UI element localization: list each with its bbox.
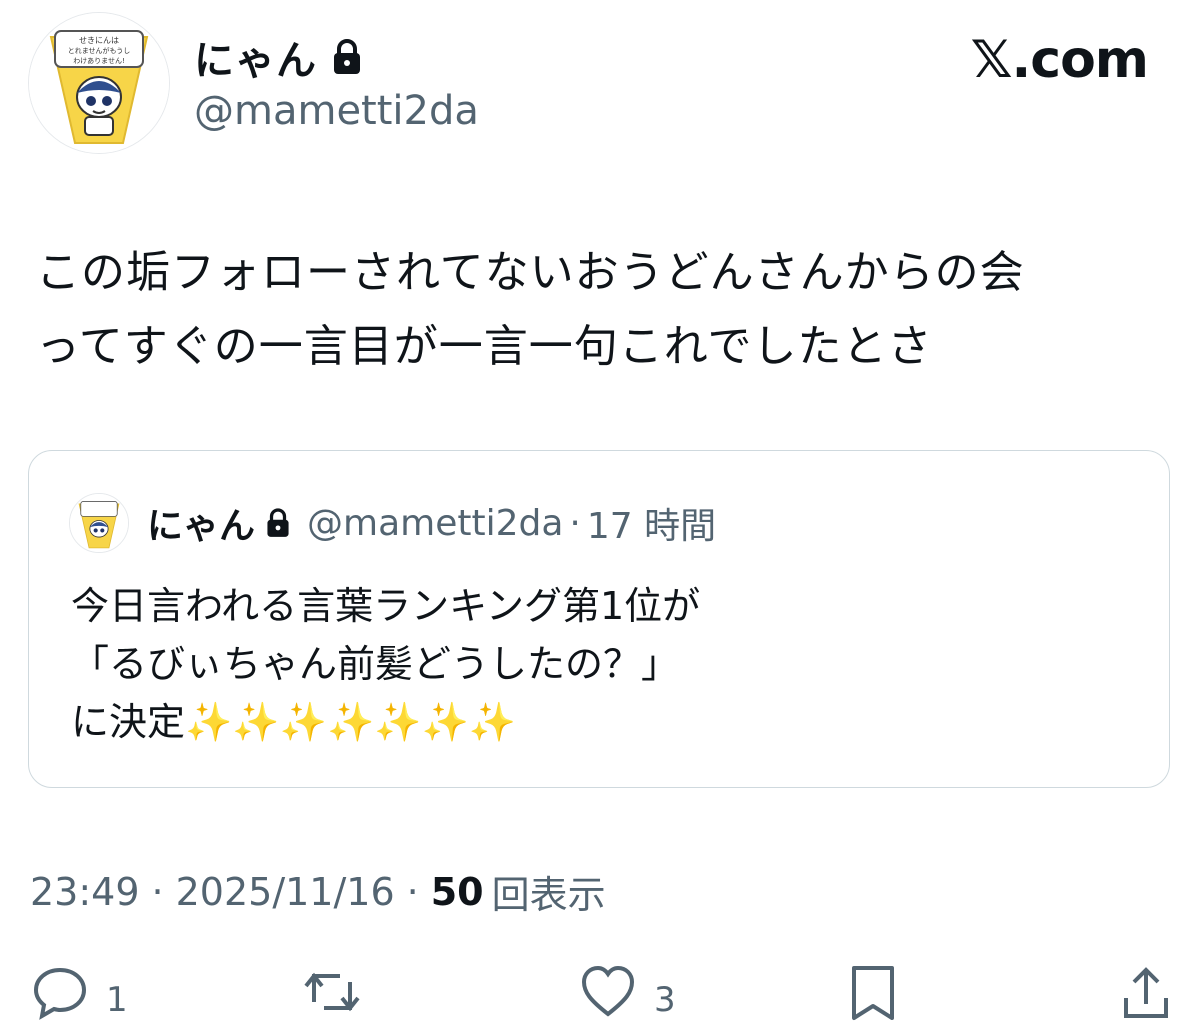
share-icon xyxy=(1124,967,1168,1018)
like-button[interactable]: 3 xyxy=(578,962,676,1022)
quoted-avatar-image xyxy=(70,494,128,552)
retweet-icon xyxy=(304,972,360,1012)
reply-count: 1 xyxy=(106,980,128,1020)
tweet-action-bar: 1 3 xyxy=(0,962,1200,1022)
author-name-row: にゃん xyxy=(194,28,363,86)
svg-text:とれませんがもうし: とれませんがもうし xyxy=(68,46,131,55)
quoted-tweet-text: 今日言われる言葉ランキング第1位が 「るびぃちゃん前髪どうしたの？」 に決定✨✨… xyxy=(71,584,701,744)
x-com-logo: 𝕏.com xyxy=(970,30,1149,90)
separator-dot: · xyxy=(151,869,164,914)
quoted-author-avatar xyxy=(69,493,129,553)
separator-dot: · xyxy=(406,869,419,914)
avatar-image: せきにんは とれませんがもうし わけありません! xyxy=(29,13,169,153)
lock-icon xyxy=(331,38,363,76)
quoted-tweet[interactable]: にゃん @mametti2da · 17 時間 今日言われる言葉ランキング第1位… xyxy=(28,450,1170,788)
views-label: 回表示 xyxy=(491,873,606,917)
tweet-meta: 23:49 · 2025/11/16 · 50 回表示 xyxy=(30,864,606,919)
bookmark-button[interactable] xyxy=(848,962,898,1022)
author-avatar[interactable]: せきにんは とれませんがもうし わけありません! xyxy=(28,12,170,154)
lock-icon xyxy=(265,507,291,539)
views-count[interactable]: 50 xyxy=(431,870,484,914)
tweet-text: この垢フォローされてないおうどんさんからの会 ってすぐの一言目が一言一句これでし… xyxy=(36,247,1025,372)
tweet-date[interactable]: 2025/11/16 xyxy=(176,870,395,914)
quoted-tweet-header: にゃん @mametti2da · 17 時間 xyxy=(69,493,716,553)
author-handle[interactable]: @mametti2da xyxy=(194,88,479,134)
quoted-author-display-name[interactable]: にゃん xyxy=(147,497,255,549)
svg-text:わけありません!: わけありません! xyxy=(73,57,125,65)
quoted-tweet-time[interactable]: 17 時間 xyxy=(587,497,716,549)
share-button[interactable] xyxy=(1118,962,1174,1022)
tweet-time[interactable]: 23:49 xyxy=(30,870,140,914)
like-count: 3 xyxy=(654,980,676,1020)
svg-text:せきにんは: せきにんは xyxy=(79,36,119,45)
heart-icon xyxy=(581,965,635,1017)
separator-dot: · xyxy=(569,502,581,544)
reply-icon xyxy=(33,967,87,1020)
quoted-author-handle[interactable]: @mametti2da xyxy=(307,503,563,544)
bookmark-icon xyxy=(852,966,894,1020)
retweet-button[interactable] xyxy=(300,962,364,1022)
author-display-name[interactable]: にゃん xyxy=(194,28,317,86)
reply-button[interactable]: 1 xyxy=(30,962,128,1022)
